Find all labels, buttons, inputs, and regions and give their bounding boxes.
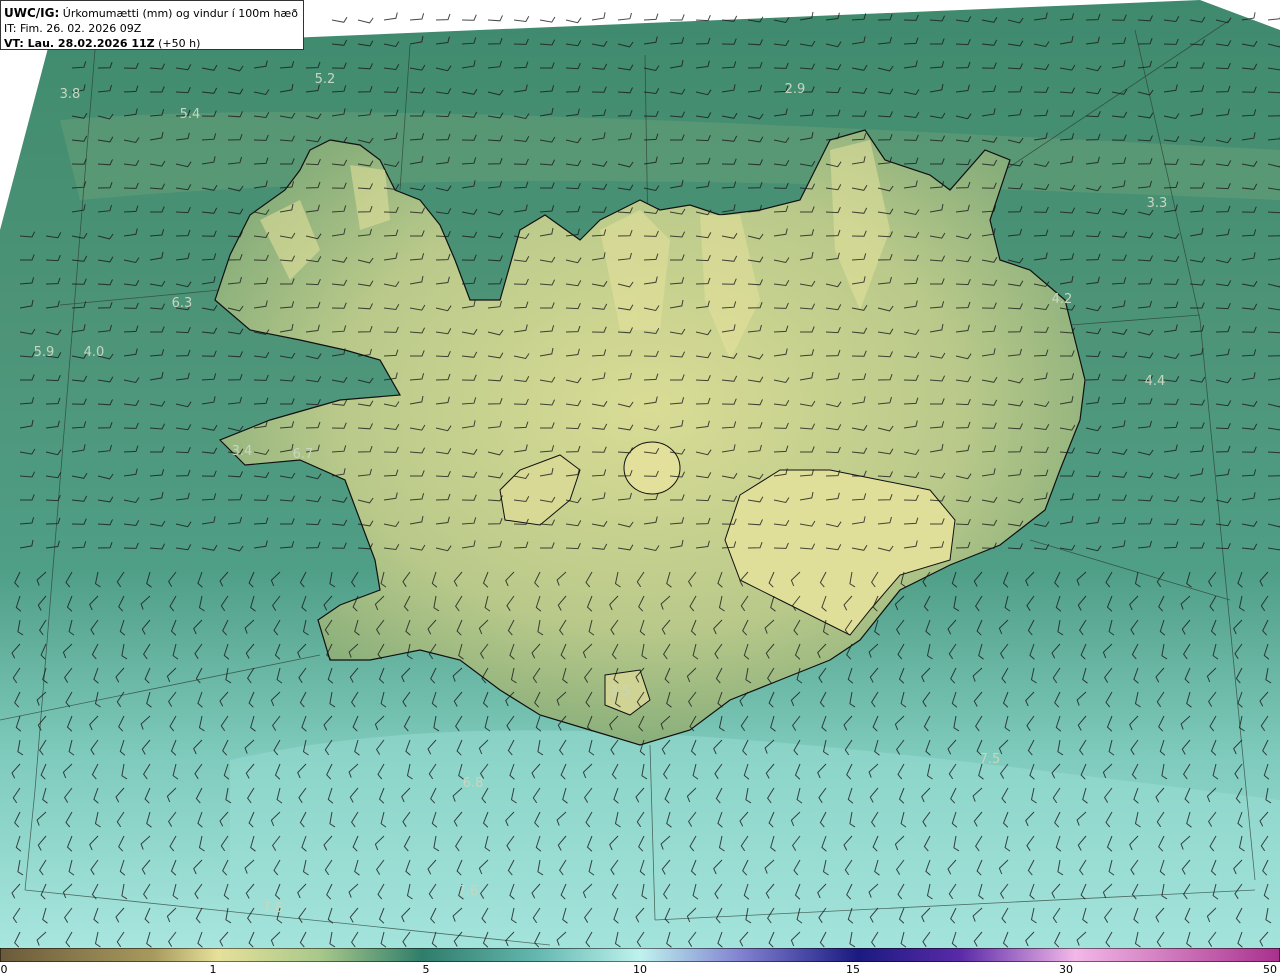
product-description: Úrkomumætti (mm) og vindur í 100m hæð bbox=[62, 7, 298, 20]
value-label: 6.8 bbox=[463, 776, 484, 791]
title-box: UWC/IG: Úrkomumætti (mm) og vindur í 100… bbox=[0, 0, 304, 50]
product-code: UWC/IG: bbox=[4, 6, 60, 20]
valid-time: VT: Lau. 28.02.2026 11Z bbox=[4, 37, 155, 50]
langjokull bbox=[623, 441, 681, 495]
valid-offset: (+50 h) bbox=[158, 37, 201, 50]
value-label: 7.6 bbox=[458, 884, 479, 899]
tick-15: 15 bbox=[846, 963, 860, 976]
value-label: 5.9 bbox=[34, 345, 55, 360]
value-label: 6.3 bbox=[172, 296, 193, 311]
precipitation-wind-map: 3.8 5.4 5.2 2.9 3.3 4.2 4.4 6.3 5.9 4.0 3.4 6.7 3.5 6… bbox=[0, 0, 1280, 948]
colorbar-ticks: 0 1 5 10 15 30 50 bbox=[0, 962, 1280, 978]
value-label: 4.0 bbox=[84, 345, 105, 360]
value-label: 4.2 bbox=[1052, 292, 1073, 307]
value-label: 3.5 bbox=[610, 684, 631, 699]
value-label: 5.2 bbox=[315, 72, 336, 87]
value-label: 6.7 bbox=[293, 447, 314, 462]
tick-0: 0 bbox=[0, 963, 8, 976]
tick-50: 50 bbox=[1263, 963, 1277, 976]
value-label: 7.6 bbox=[263, 901, 284, 916]
value-label: 3.8 bbox=[60, 87, 81, 102]
value-label: 3.3 bbox=[1147, 196, 1168, 211]
value-label: 5.4 bbox=[180, 107, 201, 122]
tick-5: 5 bbox=[422, 963, 430, 976]
tick-10: 10 bbox=[633, 963, 647, 976]
value-label: 3.4 bbox=[232, 444, 253, 459]
value-label: 4.4 bbox=[1145, 374, 1166, 389]
colorbar bbox=[0, 948, 1280, 962]
value-label: 7.5 bbox=[980, 752, 1001, 767]
tick-30: 30 bbox=[1059, 963, 1073, 976]
value-label: 2.9 bbox=[785, 82, 806, 97]
tick-1: 1 bbox=[209, 963, 217, 976]
init-time: IT: Fim. 26. 02. 2026 09Z bbox=[4, 22, 142, 35]
